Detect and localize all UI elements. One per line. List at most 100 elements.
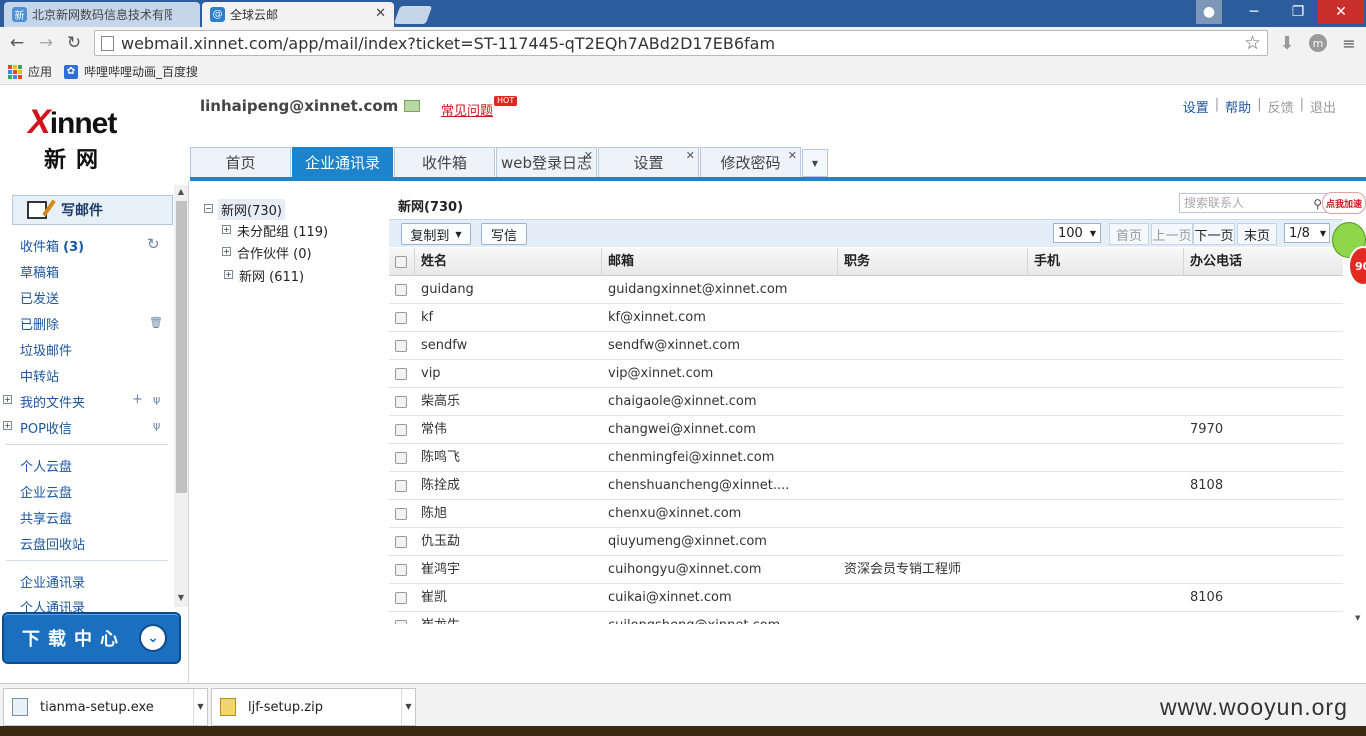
page-number-select[interactable]: 1/8 ▼ (1284, 223, 1330, 243)
enterprise-contacts-link[interactable]: 企业通讯录 (20, 572, 85, 591)
logout-link[interactable]: 退出 (1310, 97, 1336, 116)
tab-web-login-log[interactable]: web登录日志 ✕ (496, 147, 597, 177)
feedback-link[interactable]: 反馈 (1268, 97, 1294, 116)
filter-icon[interactable]: ψ (153, 419, 160, 432)
back-arrow-icon[interactable]: ← (6, 32, 28, 54)
tab-home[interactable]: 首页 (190, 147, 291, 177)
search-icon[interactable]: ⚲ (1313, 195, 1322, 213)
xinnet-logo[interactable]: Xinnet 新网 (28, 103, 117, 174)
close-tab-icon[interactable]: ✕ (375, 6, 386, 21)
sidebar-scroll-thumb[interactable] (176, 201, 187, 493)
tabs-dropdown-icon[interactable]: ▼ (802, 149, 828, 177)
shared-cloud-drive[interactable]: 共享云盘 (20, 508, 72, 527)
col-title[interactable]: 职务 (838, 248, 1028, 276)
table-row[interactable]: 仇玉勐 qiuyumeng@xinnet.com (389, 528, 1343, 556)
forward-arrow-icon[interactable]: → (35, 32, 57, 54)
folder-drafts[interactable]: 草稿箱 (20, 262, 59, 281)
compose-button[interactable]: 写邮件 (12, 195, 173, 225)
table-row[interactable]: kf kf@xinnet.com (389, 304, 1343, 332)
scroll-down-arrow-icon[interactable]: ▼ (174, 591, 188, 605)
extension-avatar-icon[interactable]: m (1307, 32, 1329, 54)
col-office-phone[interactable]: 办公电话 (1184, 248, 1343, 276)
last-page-button[interactable]: 末页 (1237, 223, 1277, 245)
tab-enterprise-contacts[interactable]: 企业通讯录 (292, 147, 393, 177)
row-checkbox[interactable] (395, 592, 407, 604)
row-checkbox[interactable] (395, 368, 407, 380)
faq-link[interactable]: 常见问题 (441, 100, 493, 119)
table-row[interactable]: 崔鸿宇 cuihongyu@xinnet.com 资深会员专销工程师 (389, 556, 1343, 584)
bookmark-star-icon[interactable]: ☆ (1244, 32, 1261, 54)
folder-deleted[interactable]: 已删除 (20, 314, 59, 333)
row-checkbox[interactable] (395, 536, 407, 548)
close-window-button[interactable]: ✕ (1318, 0, 1364, 24)
select-all-checkbox[interactable] (395, 256, 407, 268)
table-row[interactable]: 陈拴成 chenshuancheng@xinnet.... 8108 (389, 472, 1343, 500)
copy-to-button[interactable]: 复制到 ▼ (401, 223, 471, 245)
tab-settings[interactable]: 设置 ✕ (598, 147, 699, 177)
filter-icon[interactable]: ψ (153, 393, 160, 406)
row-checkbox[interactable] (395, 340, 407, 352)
folder-sent[interactable]: 已发送 (20, 288, 59, 307)
tree-node-unassigned[interactable]: 未分配组 (119) (237, 221, 328, 240)
browser-tab-xinnet[interactable]: 新 北京新网数码信息技术有限 (4, 2, 200, 27)
expand-my-folders-icon[interactable]: + (3, 395, 12, 404)
row-checkbox[interactable] (395, 620, 407, 624)
reload-icon[interactable]: ↻ (63, 32, 85, 54)
enterprise-cloud-drive[interactable]: 企业云盘 (20, 482, 72, 501)
menu-hamburger-icon[interactable]: ≡ (1338, 32, 1360, 54)
expand-icon[interactable]: + (224, 270, 233, 279)
expand-icon[interactable]: + (222, 225, 231, 234)
download-arrow-icon[interactable]: ⬇ (1276, 32, 1298, 54)
help-link[interactable]: 帮助 (1225, 97, 1251, 116)
cloud-recycle-bin[interactable]: 云盘回收站 (20, 534, 85, 553)
row-checkbox[interactable] (395, 424, 407, 436)
table-row[interactable]: guidang guidangxinnet@xinnet.com (389, 276, 1343, 304)
bookmark-bilibili-baidu[interactable]: ✿ 哔哩哔哩动画_百度搜 (64, 63, 198, 80)
tree-node-partners[interactable]: 合作伙伴 (0) (237, 243, 312, 262)
table-row[interactable]: vip vip@xinnet.com (389, 360, 1343, 388)
folder-transit[interactable]: 中转站 (20, 366, 59, 385)
chevron-down-icon[interactable]: ▼ (193, 689, 207, 725)
write-mail-button[interactable]: 写信 (481, 223, 527, 245)
row-checkbox[interactable] (395, 508, 407, 520)
page-size-select[interactable]: 100 ▼ (1053, 223, 1101, 243)
personal-cloud-drive[interactable]: 个人云盘 (20, 456, 72, 475)
close-tab-icon[interactable]: ✕ (788, 149, 797, 162)
table-row[interactable]: 陈鸣飞 chenmingfei@xinnet.com (389, 444, 1343, 472)
row-checkbox[interactable] (395, 284, 407, 296)
browser-tab-webmail[interactable]: @ 全球云邮 ✕ (202, 2, 394, 27)
expand-pop-icon[interactable]: + (3, 421, 12, 430)
plus-icon[interactable]: + (132, 392, 143, 407)
folder-pop[interactable]: POP收信 (20, 418, 72, 437)
new-tab-button[interactable] (393, 6, 433, 24)
minimize-button[interactable]: ─ (1232, 0, 1276, 24)
search-contacts-input[interactable]: 搜索联系人 ⚲ (1179, 193, 1329, 213)
tab-inbox[interactable]: 收件箱 (394, 147, 495, 177)
scroll-down-arrow-icon[interactable]: ▼ (1355, 614, 1360, 622)
table-row[interactable]: sendfw sendfw@xinnet.com (389, 332, 1343, 360)
table-row[interactable]: 陈旭 chenxu@xinnet.com (389, 500, 1343, 528)
col-email[interactable]: 邮箱 (602, 248, 838, 276)
expand-icon[interactable]: + (222, 247, 231, 256)
close-tab-icon[interactable]: ✕ (584, 149, 593, 162)
download-item-ljf[interactable]: ljf-setup.zip ▼ (211, 688, 416, 726)
collapse-icon[interactable]: − (204, 204, 213, 213)
table-row[interactable]: 崔龙生 cuilongsheng@xinnet.com (389, 612, 1343, 624)
trash-icon[interactable]: 🗑 (149, 316, 163, 329)
tab-change-password[interactable]: 修改密码 ✕ (700, 147, 801, 177)
row-checkbox[interactable] (395, 564, 407, 576)
folder-my-folders[interactable]: 我的文件夹 (20, 392, 85, 411)
row-checkbox[interactable] (395, 396, 407, 408)
first-page-button[interactable]: 首页 (1109, 223, 1149, 245)
refresh-icon[interactable]: ↻ (147, 235, 160, 253)
table-scrollbar[interactable]: ▼ (1343, 248, 1363, 624)
tree-node-xinnet[interactable]: 新网 (611) (239, 266, 304, 285)
col-mobile[interactable]: 手机 (1028, 248, 1184, 276)
settings-link[interactable]: 设置 (1183, 97, 1209, 116)
table-row[interactable]: 崔凯 cuikai@xinnet.com 8106 (389, 584, 1343, 612)
prev-page-button[interactable]: 上一页 (1151, 223, 1193, 245)
url-input[interactable]: webmail.xinnet.com/app/mail/index?ticket… (94, 30, 1268, 56)
folder-spam[interactable]: 垃圾邮件 (20, 340, 72, 359)
scroll-up-arrow-icon[interactable]: ▲ (174, 185, 188, 199)
tree-root-node[interactable]: 新网(730) (218, 199, 285, 220)
